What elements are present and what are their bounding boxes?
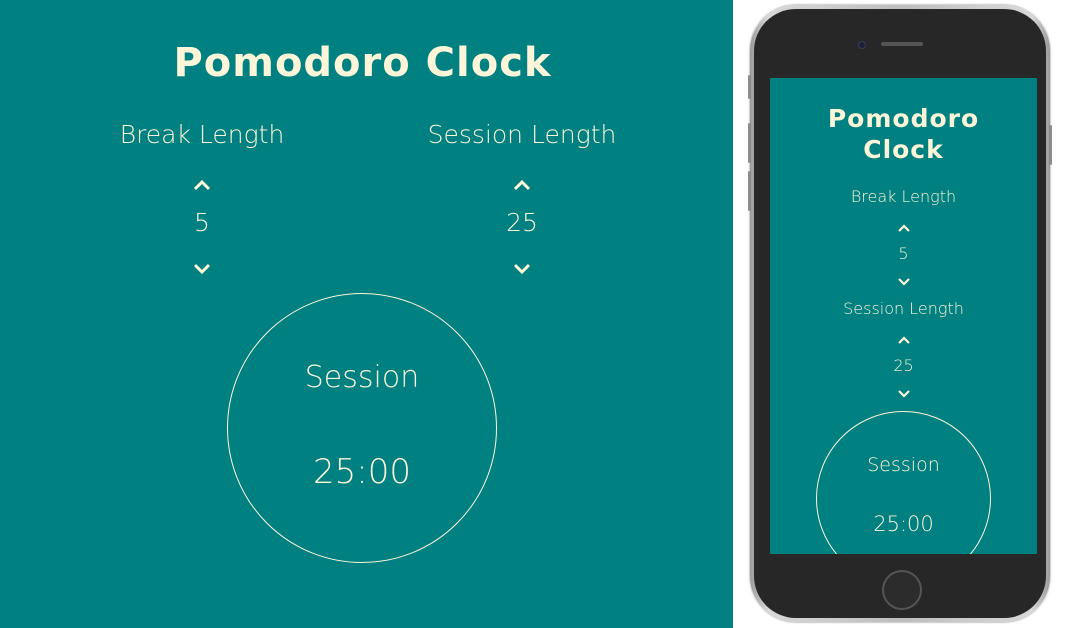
- mobile-timer-display: 25:00: [873, 512, 934, 536]
- mobile-session-length-label: Session Length: [843, 299, 964, 318]
- timer-display: 25:00: [313, 452, 411, 492]
- phone-home-button[interactable]: [882, 570, 922, 610]
- phone-volume-up: [748, 123, 751, 163]
- phone-camera: [858, 41, 866, 49]
- session-decrement-button[interactable]: [512, 262, 532, 276]
- mobile-session-increment-button[interactable]: [897, 335, 911, 345]
- phone-speaker: [881, 42, 923, 46]
- mobile-title-line-2: Clock: [863, 135, 944, 164]
- phone-mute-switch: [748, 75, 751, 99]
- mobile-timer-mode-label: Session: [867, 454, 940, 476]
- chevron-down-icon: [193, 263, 211, 275]
- mobile-break-decrement-button[interactable]: [897, 277, 911, 287]
- mobile-break-increment-button[interactable]: [897, 223, 911, 233]
- session-length-value: 25: [506, 208, 538, 237]
- break-decrement-button[interactable]: [192, 262, 212, 276]
- desktop-view: Pomodoro Clock Break Length 5 Session Le…: [0, 0, 733, 628]
- phone-volume-down: [748, 171, 751, 211]
- chevron-down-icon: [898, 390, 910, 398]
- mobile-session-length-value: 25: [893, 356, 914, 375]
- chevron-down-icon: [513, 263, 531, 275]
- mobile-timer-circle[interactable]: Session 25:00: [816, 411, 991, 554]
- break-length-value: 5: [194, 208, 210, 237]
- timer-mode-label: Session: [304, 360, 420, 395]
- session-length-label: Session Length: [427, 120, 617, 149]
- page-title: Pomodoro Clock: [173, 40, 552, 86]
- mobile-title-line-1: Pomodoro: [827, 104, 980, 133]
- break-length-label: Break Length: [119, 120, 285, 149]
- mobile-break-length-value: 5: [898, 244, 909, 263]
- chevron-up-icon: [898, 336, 910, 344]
- phone-body: Pomodoro Clock Break Length 5 Session Le…: [754, 9, 1046, 618]
- phone-screen: Pomodoro Clock Break Length 5 Session Le…: [770, 78, 1037, 554]
- session-increment-button[interactable]: [512, 178, 532, 192]
- timer-circle[interactable]: Session 25:00: [227, 293, 497, 563]
- mobile-break-length-label: Break Length: [850, 187, 957, 206]
- phone-mockup: Pomodoro Clock Break Length 5 Session Le…: [748, 5, 1052, 622]
- phone-power-button: [1049, 125, 1052, 165]
- chevron-up-icon: [898, 224, 910, 232]
- chevron-up-icon: [513, 179, 531, 191]
- chevron-up-icon: [193, 179, 211, 191]
- break-increment-button[interactable]: [192, 178, 212, 192]
- chevron-down-icon: [898, 278, 910, 286]
- mobile-session-decrement-button[interactable]: [897, 389, 911, 399]
